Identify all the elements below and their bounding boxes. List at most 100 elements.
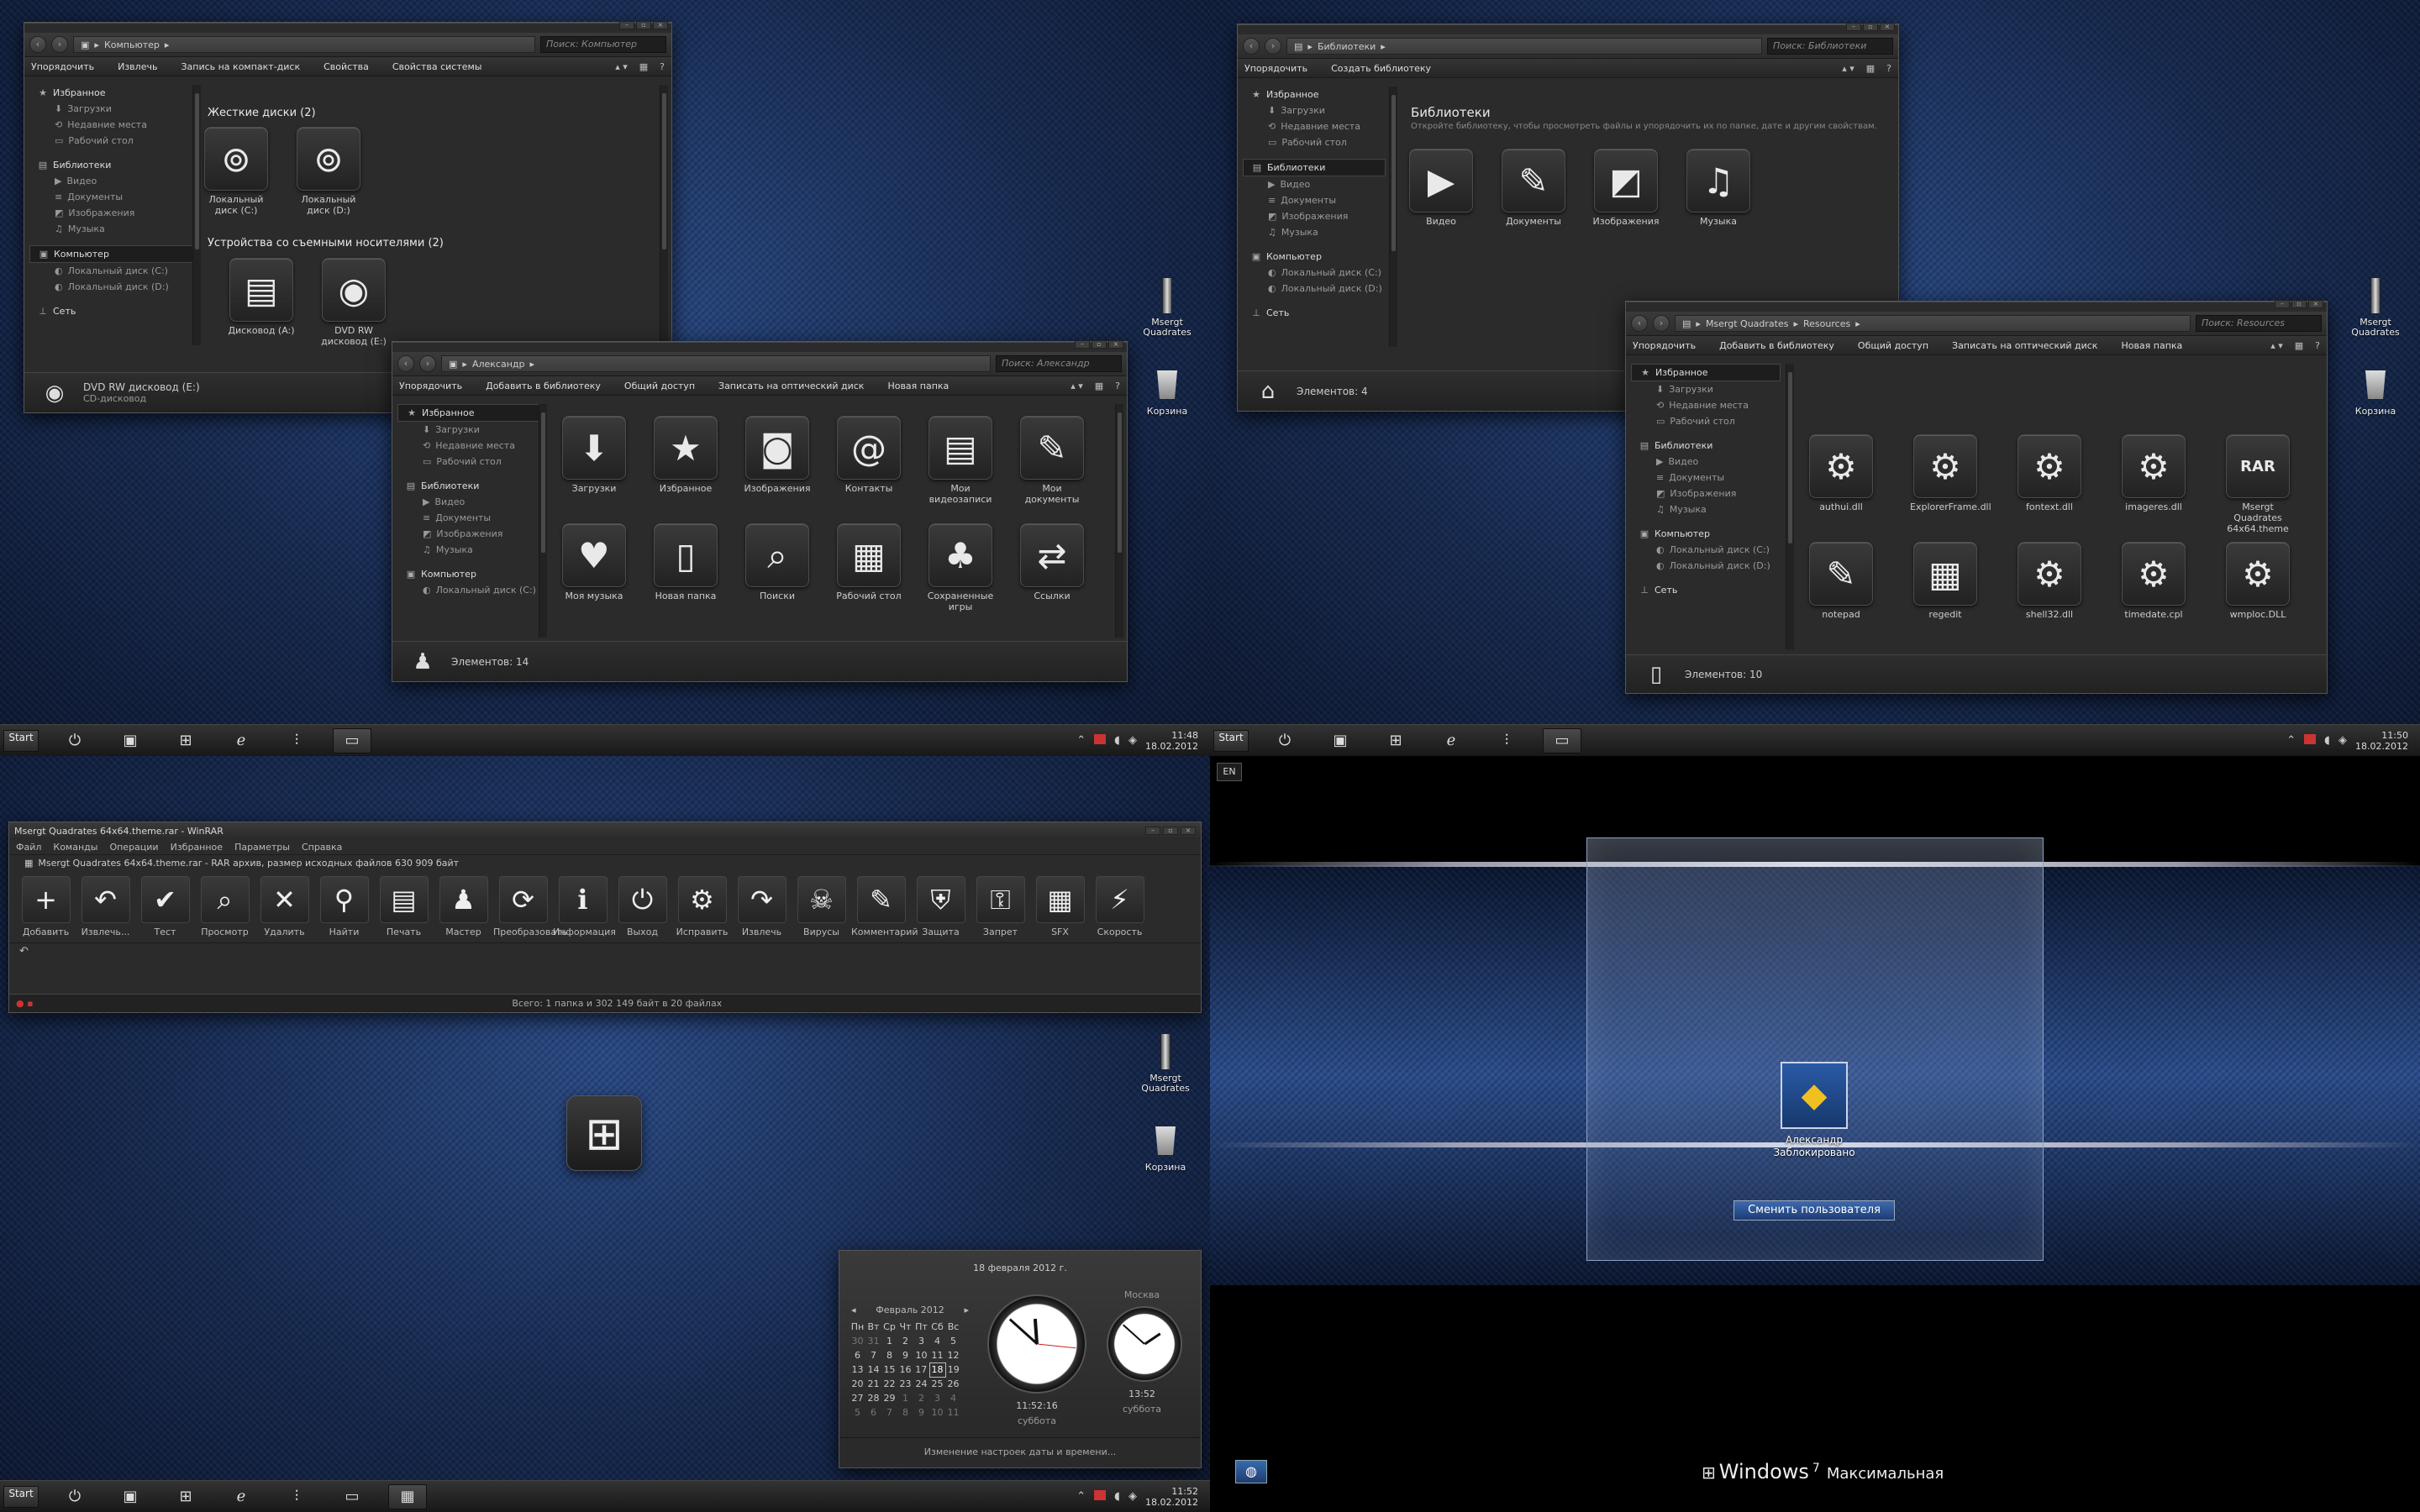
nav-item[interactable]: ◐ Локальный диск (D:) xyxy=(29,279,193,295)
nav-item[interactable]: ◩ Изображения xyxy=(1243,208,1386,224)
help-icon[interactable]: ? xyxy=(1886,63,1891,74)
tool-test-button[interactable]: ✔ Тест xyxy=(135,876,195,937)
search-input[interactable]: Поиск: Resources xyxy=(2196,315,2322,332)
calendar-day[interactable]: 7 xyxy=(881,1405,897,1420)
menu-help[interactable]: Справка xyxy=(302,842,342,853)
nav-computer[interactable]: ▣ Компьютер xyxy=(29,245,193,263)
calendar-day[interactable]: 13 xyxy=(850,1362,865,1377)
preview-pane-icon[interactable]: ▦ xyxy=(1095,381,1103,391)
cmd-new-folder[interactable]: Новая папка xyxy=(887,381,949,391)
nav-item[interactable]: ◐ Локальный диск (C:) xyxy=(29,263,193,279)
drive-d[interactable]: ⊚ Локальный диск (D:) xyxy=(293,127,364,216)
view-options-icon[interactable]: ▴ ▾ xyxy=(1071,381,1083,391)
window-winrar[interactable]: Msergt Quadrates 64x64.theme.rar - WinRA… xyxy=(8,822,1202,1013)
calendar-day[interactable]: 31 xyxy=(865,1334,881,1348)
power-icon[interactable]: ⏻ xyxy=(55,1484,94,1509)
cmd-organize[interactable]: Упорядочить xyxy=(399,381,462,391)
calendar-day[interactable]: 17 xyxy=(913,1362,929,1377)
cmd-burn[interactable]: Запись на компакт-диск xyxy=(181,61,300,72)
volume-icon[interactable]: ◈ xyxy=(2338,734,2347,747)
tray-expand-icon[interactable]: ⌃ xyxy=(1076,734,1086,747)
up-folder-icon[interactable]: ↶ xyxy=(9,943,1201,962)
address-bar[interactable]: ▣ ▸ Компьютер ▸ xyxy=(73,36,535,53)
calendar-day[interactable]: 3 xyxy=(913,1334,929,1348)
start-button[interactable]: Start xyxy=(1213,729,1249,752)
flag-icon[interactable] xyxy=(1094,733,1107,748)
preview-pane-icon[interactable]: ▦ xyxy=(1866,63,1875,74)
folder-new-folder[interactable]: ▯ Новая папка xyxy=(650,523,721,601)
calendar-day[interactable]: 18 xyxy=(929,1362,946,1378)
calendar-day[interactable]: 4 xyxy=(945,1391,961,1405)
library-pictures[interactable]: ◩ Изображения xyxy=(1591,149,1661,227)
nav-item[interactable]: ◐ Локальный диск (C:) xyxy=(1631,542,1781,558)
nav-favorites[interactable]: ★ Избранное xyxy=(1631,364,1781,381)
volume-icon[interactable]: ◈ xyxy=(1128,734,1137,747)
calendar-day[interactable]: 24 xyxy=(913,1377,929,1391)
cmd-organize[interactable]: Упорядочить xyxy=(1633,340,1696,351)
back-button[interactable]: ‹ xyxy=(29,36,46,53)
switch-user-button[interactable]: Сменить пользователя xyxy=(1733,1200,1895,1221)
nav-libraries[interactable]: ▤ Библиотеки xyxy=(1631,438,1781,454)
calendar-day[interactable]: 9 xyxy=(913,1405,929,1420)
cmd-burn[interactable]: Записать на оптический диск xyxy=(718,381,864,391)
nav-computer[interactable]: ▣ Компьютер xyxy=(1631,526,1781,542)
nav-item[interactable]: ⬇ Загрузки xyxy=(29,101,193,117)
cmd-share[interactable]: Общий доступ xyxy=(624,381,695,391)
address-bar[interactable]: ▤ ▸ Библиотеки ▸ xyxy=(1286,38,1762,55)
nav-item[interactable]: ⟲ Недавние места xyxy=(1243,118,1386,134)
ease-of-access-icon[interactable]: ◍ xyxy=(1235,1460,1267,1483)
tool-info-button[interactable]: ℹ Информация xyxy=(553,876,616,937)
forward-button[interactable]: › xyxy=(419,355,436,372)
nav-computer[interactable]: ▣ Компьютер xyxy=(1243,249,1386,265)
calendar-day[interactable]: 1 xyxy=(897,1391,913,1405)
calendar-day[interactable]: 8 xyxy=(897,1405,913,1420)
calendar-day[interactable]: 7 xyxy=(865,1348,881,1362)
calendar-day[interactable]: 10 xyxy=(913,1348,929,1362)
nav-computer[interactable]: ▣ Компьютер xyxy=(397,566,540,582)
file-item[interactable]: ▦ regedit xyxy=(1910,542,1981,620)
language-indicator[interactable]: EN xyxy=(1217,763,1242,781)
nav-network[interactable]: ⊥ Сеть xyxy=(1631,582,1781,598)
minimize-button[interactable]: – xyxy=(1846,23,1861,31)
close-button[interactable]: × xyxy=(2308,300,2323,308)
calendar-day[interactable]: 3 xyxy=(929,1391,945,1405)
flag-icon[interactable] xyxy=(1094,1489,1107,1504)
tool-exit-button[interactable]: ⏻ Выход xyxy=(613,876,672,937)
power-tray-icon[interactable]: ◖ xyxy=(1114,734,1120,747)
tool-comment-button[interactable]: ✎ Комментарий xyxy=(851,876,918,937)
explorer-icon[interactable]: ▭ xyxy=(333,727,371,753)
nav-scrollbar[interactable] xyxy=(539,404,547,638)
file-item[interactable]: ⚙ ExplorerFrame.dll xyxy=(1910,434,1991,512)
folder-desktop[interactable]: ▦ Рабочий стол xyxy=(834,523,904,601)
start-button[interactable]: Start xyxy=(3,729,39,752)
tool-benchmark-button[interactable]: ⚡ Скорость xyxy=(1090,876,1150,937)
content-scrollbar[interactable] xyxy=(1115,404,1123,638)
tool-sfx-button[interactable]: ▦ SFX xyxy=(1030,876,1090,937)
nav-item[interactable]: ▶ Видео xyxy=(29,173,193,189)
close-button[interactable]: × xyxy=(1108,340,1123,349)
nav-libraries[interactable]: ▤ Библиотеки xyxy=(1243,159,1386,176)
tool-extract-button[interactable]: ↷ Извлечь xyxy=(732,876,792,937)
folder-saved-games[interactable]: ♣ Сохраненные игры xyxy=(925,523,996,612)
nav-network[interactable]: ⊥ Сеть xyxy=(1243,305,1386,321)
desktop-icon-theme[interactable]: Msergt Quadrates xyxy=(1138,277,1197,338)
nav-item[interactable]: ⟲ Недавние места xyxy=(1631,397,1781,413)
calendar-day[interactable]: 4 xyxy=(929,1334,945,1348)
file-item[interactable]: ⚙ shell32.dll xyxy=(2014,542,2085,620)
tool-print-button[interactable]: ▤ Печать xyxy=(374,876,434,937)
power-icon[interactable]: ⏻ xyxy=(55,728,94,753)
nav-item[interactable]: ◐ Локальный диск (D:) xyxy=(1243,281,1386,297)
tool-extract-to-button[interactable]: ↶ Извлечь... xyxy=(76,876,135,937)
file-item[interactable]: ⚙ wmploc.DLL xyxy=(2223,542,2293,620)
nav-item[interactable]: ▶ Видео xyxy=(1243,176,1386,192)
ie-icon[interactable]: ℯ xyxy=(222,1484,260,1509)
calendar-month[interactable]: Февраль 2012 xyxy=(876,1305,944,1315)
nav-item[interactable]: ≡ Документы xyxy=(397,510,540,526)
ie-icon[interactable]: ℯ xyxy=(1432,728,1470,753)
nav-item[interactable]: ⟲ Недавние места xyxy=(29,117,193,133)
tool-lock-button[interactable]: ⚿ Запрет xyxy=(971,876,1030,937)
calendar-day[interactable]: 23 xyxy=(897,1377,913,1391)
cmd-add-library[interactable]: Добавить в библиотеку xyxy=(1719,340,1834,351)
tray-clock[interactable]: 11:50 18.02.2012 xyxy=(2355,730,2408,752)
calendar-day[interactable]: 26 xyxy=(945,1377,961,1391)
